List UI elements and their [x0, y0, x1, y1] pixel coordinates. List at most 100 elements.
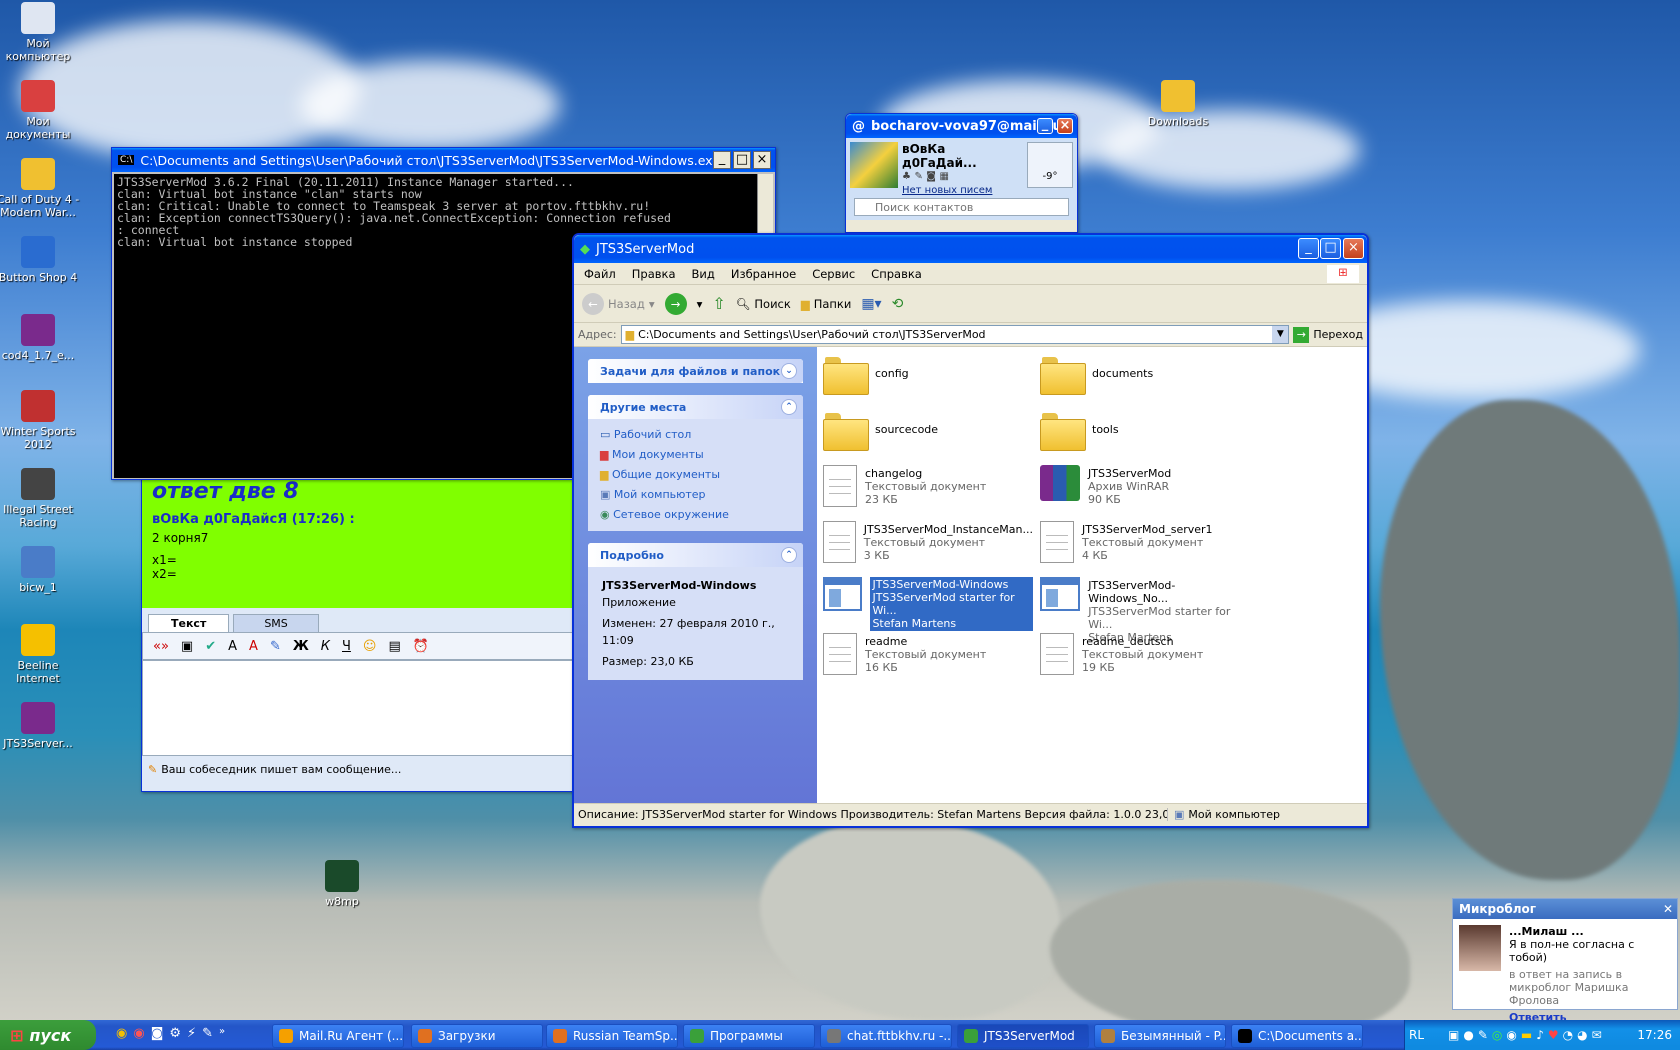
- desktop-icon[interactable]: Beeline Internet: [0, 624, 80, 685]
- italic-icon[interactable]: К: [321, 639, 330, 654]
- quote-icon[interactable]: «»: [153, 639, 169, 654]
- taskbar-button[interactable]: Программы: [683, 1024, 815, 1048]
- contact-search-input[interactable]: [854, 198, 1069, 216]
- collapse-chevron-icon[interactable]: ⌃: [781, 399, 797, 415]
- tray-icon[interactable]: ▬: [1521, 1028, 1532, 1042]
- message-input[interactable]: [142, 660, 580, 756]
- file-item[interactable]: JTS3ServerMod-Windows JTS3ServerMod start…: [823, 577, 1033, 631]
- back-button[interactable]: ← Назад ▾: [582, 292, 655, 315]
- language-indicator[interactable]: RL: [1409, 1028, 1424, 1042]
- bold-icon[interactable]: Ж: [293, 639, 309, 654]
- folder-item[interactable]: config: [823, 353, 1033, 395]
- font-color-icon[interactable]: A: [249, 639, 258, 654]
- desktop-icon-downloads[interactable]: Downloads: [1136, 80, 1220, 128]
- place-network[interactable]: ◉ Сетевое окружение: [600, 505, 791, 525]
- file-tasks-header[interactable]: Задачи для файлов и папок ⌄: [588, 359, 803, 383]
- quicklaunch-icon[interactable]: ⚙: [169, 1026, 181, 1041]
- minimize-button[interactable]: _: [1037, 118, 1053, 134]
- underline-icon[interactable]: Ч: [342, 639, 351, 654]
- tray-icon[interactable]: ♥: [1548, 1028, 1559, 1042]
- quicklaunch-icon[interactable]: ⚡: [187, 1026, 196, 1041]
- other-places-header[interactable]: Другие места ⌃: [588, 395, 803, 419]
- maximize-button[interactable]: □: [733, 151, 751, 169]
- desktop-icon[interactable]: Мой компьютер: [0, 2, 80, 63]
- collapse-chevron-icon[interactable]: ⌃: [781, 547, 797, 563]
- place-shared-documents[interactable]: ▆ Общие документы: [600, 465, 791, 485]
- file-item[interactable]: JTS3ServerMod_InstanceMan... Текстовый до…: [823, 521, 1033, 563]
- menu-help[interactable]: Справка: [871, 267, 922, 281]
- address-input[interactable]: ▆ C:\Documents and Settings\User\Рабочий…: [620, 325, 1290, 344]
- menu-edit[interactable]: Правка: [632, 267, 676, 281]
- desktop-icon[interactable]: Illegal Street Racing: [0, 468, 80, 529]
- desktop-icon-w8mp[interactable]: w8mp: [300, 860, 384, 908]
- tray-icon[interactable]: ◕: [1577, 1028, 1587, 1042]
- menu-file[interactable]: Файл: [584, 267, 616, 281]
- desktop-icon[interactable]: Call of Duty 4 - Modern War...: [0, 158, 80, 219]
- tab-text[interactable]: Текст: [148, 614, 230, 632]
- taskbar-button[interactable]: Mail.Ru Агент (...: [272, 1024, 404, 1048]
- forward-dropdown-icon[interactable]: ▾: [697, 297, 703, 311]
- file-item[interactable]: JTS3ServerMod_server1 Текстовый документ 4…: [1040, 521, 1250, 563]
- tray-icon[interactable]: ✉: [1592, 1028, 1602, 1042]
- menu-view[interactable]: Вид: [692, 267, 715, 281]
- search-button[interactable]: 🔍︎ Поиск: [736, 297, 791, 311]
- taskbar-button[interactable]: JTS3ServerMod: [957, 1024, 1089, 1048]
- views-button[interactable]: ▦▾: [861, 296, 881, 312]
- minimize-button[interactable]: _: [1298, 238, 1319, 259]
- file-item[interactable]: readme Текстовый документ 16 КБ: [823, 633, 1033, 675]
- weather-widget[interactable]: -9°: [1027, 142, 1073, 188]
- taskbar-button[interactable]: C:\Documents a...: [1231, 1024, 1363, 1048]
- font-icon[interactable]: A: [228, 639, 237, 654]
- maximize-button[interactable]: □: [1320, 238, 1341, 259]
- tray-icon[interactable]: ◎: [1492, 1028, 1502, 1042]
- expand-chevron-icon[interactable]: ⌄: [781, 363, 797, 379]
- address-dropdown-icon[interactable]: ▼: [1272, 326, 1289, 343]
- desktop-icon[interactable]: Мои документы: [0, 80, 80, 141]
- folders-button[interactable]: ▆ Папки: [801, 297, 852, 311]
- smiley-icon[interactable]: ☺: [363, 639, 377, 654]
- desktop-icon[interactable]: bicw_1: [0, 546, 80, 594]
- desktop-icon[interactable]: Button Shop 4: [0, 236, 80, 284]
- quicklaunch-icon[interactable]: ◉: [116, 1026, 127, 1041]
- mail-status-link[interactable]: Нет новых писем: [902, 184, 1023, 198]
- taskbar-button[interactable]: Russian TeamSp...: [546, 1024, 678, 1048]
- menu-favorites[interactable]: Избранное: [731, 267, 796, 281]
- minimize-button[interactable]: _: [713, 151, 731, 169]
- alarm-icon[interactable]: ⏰: [413, 639, 429, 654]
- desktop-icon[interactable]: cod4_1.7_e...: [0, 314, 80, 362]
- folder-item[interactable]: tools: [1040, 409, 1250, 451]
- overflow-chevron-icon[interactable]: »: [219, 1026, 225, 1041]
- go-button[interactable]: → Переход: [1293, 326, 1363, 343]
- volume-icon[interactable]: ♪: [1536, 1028, 1544, 1042]
- close-button[interactable]: ×: [753, 151, 771, 169]
- tray-icon[interactable]: ●: [1463, 1028, 1473, 1042]
- folder-item[interactable]: sourcecode: [823, 409, 1033, 451]
- taskbar-button[interactable]: chat.fttbkhv.ru -...: [820, 1024, 952, 1048]
- place-desktop[interactable]: ▭ Рабочий стол: [600, 425, 791, 445]
- tab-sms[interactable]: SMS: [233, 614, 319, 632]
- clock[interactable]: 17:26: [1637, 1028, 1672, 1042]
- tv-icon[interactable]: ▤: [388, 639, 400, 654]
- folder-item[interactable]: documents: [1040, 353, 1250, 395]
- translit-icon[interactable]: ▣: [181, 639, 193, 654]
- close-icon[interactable]: ✕: [1663, 899, 1673, 919]
- close-button[interactable]: ×: [1057, 118, 1073, 134]
- highlight-icon[interactable]: ✎: [270, 639, 281, 654]
- quicklaunch-icon[interactable]: ◉: [133, 1026, 144, 1041]
- up-folder-button[interactable]: ⇧: [712, 294, 725, 313]
- avatar[interactable]: [1459, 925, 1501, 971]
- tray-icon[interactable]: ◔: [1563, 1028, 1573, 1042]
- details-header[interactable]: Подробно ⌃: [588, 543, 803, 567]
- place-my-computer[interactable]: ▣ Мой компьютер: [600, 485, 791, 505]
- spellcheck-icon[interactable]: ✔: [205, 639, 216, 654]
- tray-icon[interactable]: ▣: [1448, 1028, 1459, 1042]
- menu-tools[interactable]: Сервис: [812, 267, 855, 281]
- place-my-documents[interactable]: ▆ Мои документы: [600, 445, 791, 465]
- close-button[interactable]: ×: [1343, 238, 1364, 259]
- avatar[interactable]: [850, 142, 898, 188]
- sync-icon[interactable]: ⟲: [892, 296, 904, 312]
- start-button[interactable]: ⊞ пуск: [0, 1020, 96, 1050]
- file-item[interactable]: readme_deutsch Текстовый документ 19 КБ: [1040, 633, 1250, 675]
- taskbar-button[interactable]: Безымянный - P...: [1094, 1024, 1226, 1048]
- tray-icon[interactable]: ◉: [1506, 1028, 1516, 1042]
